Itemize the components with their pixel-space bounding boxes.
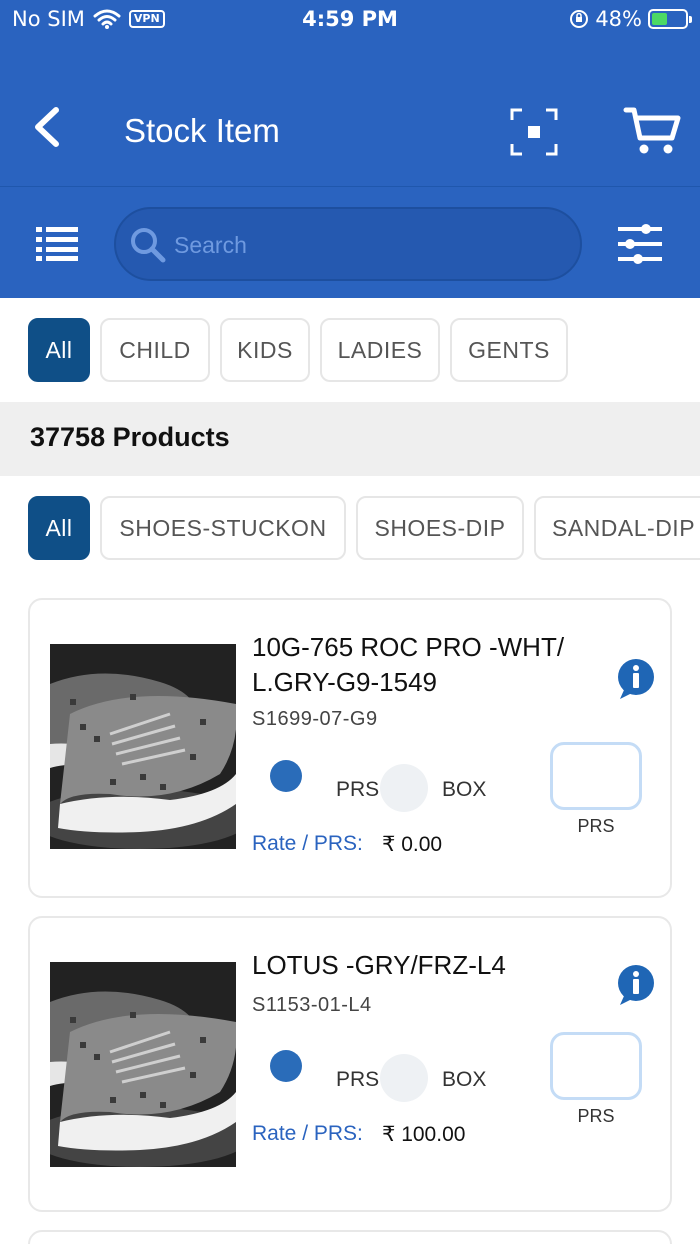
product-name: 10G-765 ROC PRO -WHT/ L.GRY-G9-1549	[252, 630, 624, 700]
product-card[interactable]	[28, 1230, 672, 1244]
list-icon	[36, 227, 78, 261]
scan-button[interactable]	[508, 106, 560, 158]
unit-label-box: BOX	[442, 778, 487, 801]
filter-button[interactable]	[616, 221, 664, 267]
status-right: 48%	[569, 7, 692, 31]
scan-icon	[510, 108, 558, 156]
category-chip-kids[interactable]: KIDS	[220, 318, 310, 382]
quantity-unit: PRS	[577, 816, 615, 836]
battery-fill	[652, 13, 667, 25]
search-bar-row	[0, 186, 700, 298]
rate-value: ₹ 0.00	[382, 833, 443, 856]
info-button[interactable]	[616, 964, 656, 1006]
product-card[interactable]: LOTUS -GRY/FRZ-L4 S1153-01-L4 PRS BOX PR…	[28, 916, 672, 1212]
product-image	[50, 962, 236, 1167]
sliders-icon	[618, 224, 662, 264]
category-chip-gents[interactable]: GENTS	[450, 318, 568, 382]
cart-button[interactable]	[622, 104, 682, 158]
product-name-line: LOTUS -GRY/FRZ-L4	[252, 950, 506, 980]
status-bar: No SIM VPN 4:59 PM 48%	[0, 0, 700, 40]
info-icon	[618, 659, 654, 699]
category-chip-ladies[interactable]: LADIES	[320, 318, 440, 382]
app-header: Stock Item	[0, 40, 700, 186]
battery-percent: 48%	[595, 7, 642, 31]
chevron-left-icon	[35, 107, 59, 147]
unit-radio-prs[interactable]	[270, 760, 302, 792]
info-icon	[618, 965, 654, 1005]
product-name-line: L.GRY-G9-1549	[252, 667, 438, 697]
search-box[interactable]	[114, 207, 582, 281]
type-chip-all[interactable]: All	[28, 496, 90, 560]
rate-value: ₹ 100.00	[382, 1123, 466, 1146]
category-chip-all[interactable]: All	[28, 318, 90, 382]
quantity-input[interactable]	[550, 1032, 642, 1100]
product-image	[50, 644, 236, 849]
type-chip-shoes-stuckon[interactable]: SHOES-STUCKON	[100, 496, 346, 560]
unit-radio-prs[interactable]	[270, 1050, 302, 1082]
product-name-line: 10G-765 ROC PRO -WHT/	[252, 632, 565, 662]
unit-radio-box[interactable]	[380, 764, 428, 812]
product-code: S1153-01-L4	[252, 994, 372, 1016]
type-chip-sandal-dip[interactable]: SANDAL-DIP	[534, 496, 700, 560]
unit-label-prs: PRS	[336, 1068, 380, 1091]
list-view-button[interactable]	[34, 225, 80, 263]
search-input[interactable]	[174, 225, 564, 265]
back-button[interactable]	[26, 102, 70, 152]
quantity-input[interactable]	[550, 742, 642, 810]
unit-label-box: BOX	[442, 1068, 487, 1091]
search-icon	[131, 228, 166, 263]
unit-radio-box[interactable]	[380, 1054, 428, 1102]
page-title: Stock Item	[124, 112, 280, 149]
product-card[interactable]: 10G-765 ROC PRO -WHT/ L.GRY-G9-1549 S169…	[28, 598, 672, 898]
rate-label: Rate / PRS:	[252, 1122, 363, 1145]
orientation-lock-icon	[570, 10, 589, 28]
type-filter-chips: All SHOES-STUCKON SHOES-DIP SANDAL-DIP	[0, 496, 700, 566]
rate-label: Rate / PRS:	[252, 832, 363, 855]
product-code: S1699-07-G9	[252, 708, 378, 730]
unit-label-prs: PRS	[336, 778, 380, 801]
category-filter-chips: All CHILD KIDS LADIES GENTS	[0, 318, 700, 388]
info-button[interactable]	[616, 658, 656, 700]
battery-icon	[648, 9, 692, 29]
product-name: LOTUS -GRY/FRZ-L4	[252, 948, 624, 983]
cart-icon	[623, 107, 681, 154]
type-chip-shoes-dip[interactable]: SHOES-DIP	[356, 496, 524, 560]
quantity-unit: PRS	[577, 1106, 615, 1126]
product-count-bar: 37758 Products	[0, 402, 700, 476]
product-count: 37758 Products	[30, 422, 230, 452]
category-chip-child[interactable]: CHILD	[100, 318, 210, 382]
